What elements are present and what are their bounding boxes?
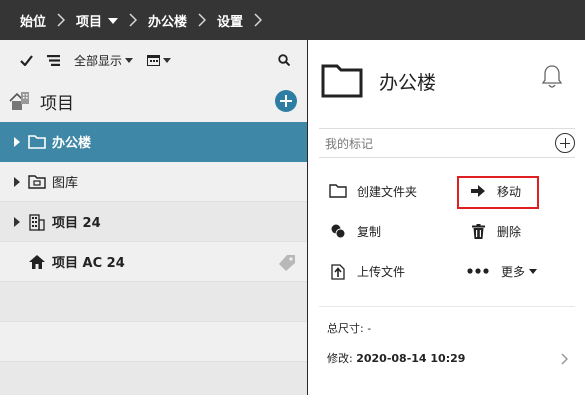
search-button[interactable]: [278, 54, 291, 69]
breadcrumb-item-project[interactable]: 项目: [76, 11, 119, 30]
copy-button[interactable]: 复制: [329, 220, 381, 242]
search-icon: [278, 54, 291, 67]
calendar-icon: [147, 55, 161, 66]
modified-info: 修改: 2020-08-14 10:29: [327, 350, 465, 366]
project-root-icon: [9, 92, 29, 110]
more-dots-icon: [465, 268, 491, 274]
check-icon: [20, 54, 33, 66]
trash-icon: [469, 223, 487, 239]
more-label: 更多: [501, 264, 526, 279]
sort-lines-icon: [47, 54, 60, 66]
building-icon: [28, 213, 46, 231]
copy-label: 复制: [357, 224, 382, 239]
show-all-dropdown[interactable]: 全部显示: [74, 52, 134, 69]
new-folder-button[interactable]: 创建文件夹: [329, 180, 417, 202]
modified-label: 修改:: [327, 352, 357, 365]
tree-item-label: 项目 24: [52, 216, 101, 231]
move-label: 移动: [497, 184, 522, 199]
modified-value: 2020-08-14 10:29: [356, 352, 466, 365]
bell-icon: [541, 65, 563, 88]
upload-file-icon: [329, 262, 347, 280]
caret-down-icon: [125, 57, 134, 63]
empty-row: [0, 322, 307, 362]
total-size: 总尺寸: -: [327, 322, 372, 335]
empty-row: [0, 282, 307, 322]
chevron-right-icon: [187, 13, 217, 28]
divider: [319, 306, 575, 307]
breadcrumb-item-office[interactable]: 办公楼: [148, 11, 187, 30]
delete-label: 删除: [497, 224, 522, 239]
tree-item-label: 办公楼: [52, 136, 92, 151]
caret-down-icon: [529, 268, 538, 274]
breadcrumb-item-settings[interactable]: 设置: [217, 11, 243, 30]
tree-root-label: 项目: [40, 93, 74, 114]
tags-placeholder: 我的标记: [325, 136, 374, 151]
new-folder-label: 创建文件夹: [357, 184, 418, 199]
upload-file-button[interactable]: 上传文件: [329, 260, 405, 282]
detail-panel: 办公楼 我的标记 创建文件夹 移动 复制 删除 上传文件 更多 总尺寸: - 修…: [309, 40, 585, 395]
add-tag-button[interactable]: [555, 133, 575, 153]
move-button[interactable]: 移动: [469, 180, 521, 202]
library-folder-icon: [28, 174, 46, 190]
breadcrumb-project-label: 项目: [76, 14, 103, 30]
sort-button[interactable]: [47, 54, 60, 66]
tags-row: 我的标记: [319, 128, 575, 158]
empty-row: [0, 362, 307, 395]
expand-arrow-icon[interactable]: [14, 216, 20, 227]
caret-down-icon: [163, 57, 172, 63]
expand-arrow-icon[interactable]: [14, 176, 20, 187]
chevron-right-icon[interactable]: [561, 350, 569, 369]
copy-icon: [329, 223, 347, 239]
breadcrumb-bar: 始位 项目 办公楼 设置: [0, 0, 585, 40]
show-all-label: 全部显示: [74, 53, 123, 68]
tree-toolbar: 全部显示: [0, 40, 307, 80]
folder-title: 办公楼: [379, 71, 437, 94]
folder-icon: [28, 134, 46, 150]
notification-button[interactable]: [541, 64, 563, 94]
arrow-right-icon: [469, 185, 487, 197]
delete-button[interactable]: 删除: [469, 220, 521, 242]
folder-large-icon: [321, 64, 363, 98]
caret-down-icon: [108, 17, 119, 24]
tree-item-label: 图库: [52, 176, 79, 191]
tree-item-label: 项目 AC 24: [52, 256, 125, 271]
folder-icon: [329, 184, 347, 198]
tree-item-project-24[interactable]: 项目 24: [0, 202, 307, 242]
more-dropdown[interactable]: 更多: [465, 260, 538, 282]
chevron-right-icon: [243, 13, 273, 28]
folder-header: 办公楼: [321, 64, 436, 98]
tree-item-office[interactable]: 办公楼: [0, 122, 307, 162]
tree-item-project-ac-24[interactable]: 项目 AC 24: [0, 242, 307, 282]
expand-arrow-icon[interactable]: [14, 136, 20, 147]
tree-root[interactable]: 项目: [0, 80, 307, 122]
chevron-right-icon: [118, 13, 148, 28]
calendar-dropdown[interactable]: [147, 54, 172, 66]
house-icon: [28, 254, 46, 270]
left-panel: 全部显示 项目 办公楼 图库 项目 24 项目 AC 24: [0, 40, 308, 395]
add-project-button[interactable]: [275, 90, 297, 112]
tag-icon[interactable]: [278, 254, 296, 276]
check-button[interactable]: [20, 54, 33, 66]
tree-item-library[interactable]: 图库: [0, 162, 307, 202]
upload-file-label: 上传文件: [357, 264, 406, 279]
chevron-right-icon: [46, 13, 76, 28]
breadcrumb-item-home[interactable]: 始位: [20, 11, 46, 30]
